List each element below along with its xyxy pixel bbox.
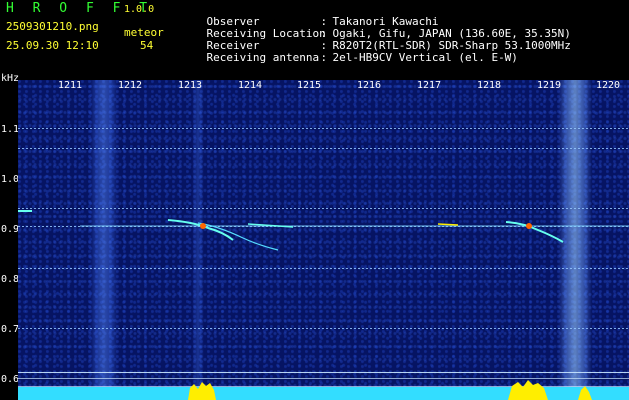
power-peak — [508, 380, 548, 400]
x-tick-label: 1214 — [238, 80, 263, 91]
info-antenna: Receiving antenna: 2el-HB9CV Vertical (el… — [180, 40, 518, 76]
header-panel: H R O F F T 1.0.0 2509301210.png 25.09.3… — [0, 0, 629, 72]
spectrogram — [18, 80, 629, 400]
info-value: 2el-HB9CV Vertical (el. E-W) — [332, 51, 518, 64]
meteor-label: meteor — [124, 26, 164, 39]
y-axis-unit: kHz — [1, 73, 20, 84]
y-tick-label: 0.7 — [1, 324, 20, 335]
datetime-label: 25.09.30 12:10 — [6, 39, 99, 52]
y-tick-label: 0.6 — [1, 374, 20, 385]
x-tick-label: 1219 — [537, 80, 562, 91]
info-key: Receiving antenna — [206, 51, 320, 64]
power-bars — [188, 380, 592, 400]
x-tick-label: 1212 — [118, 80, 143, 91]
x-tick-label: 1218 — [477, 80, 502, 91]
x-tick-label: 1213 — [178, 80, 203, 91]
power-peak — [188, 382, 216, 400]
y-tick-label: 0.9 — [1, 224, 20, 235]
x-tick-label: 1211 — [58, 80, 83, 91]
filename-label: 2509301210.png — [6, 20, 99, 33]
x-tick-label: 1215 — [297, 80, 322, 91]
power-peak — [578, 386, 592, 400]
meteor-count: 54 — [140, 39, 154, 52]
x-tick-label: 1217 — [417, 80, 442, 91]
y-tick-label: 1.0 — [1, 174, 20, 185]
y-tick-label: 1.1 — [1, 124, 20, 135]
info-separator: : — [320, 51, 328, 64]
x-tick-label: 1216 — [357, 80, 382, 91]
app-version: 1.0.0 — [124, 4, 155, 15]
y-tick-label: 0.8 — [1, 274, 20, 285]
x-tick-label: 1220 — [596, 80, 621, 91]
